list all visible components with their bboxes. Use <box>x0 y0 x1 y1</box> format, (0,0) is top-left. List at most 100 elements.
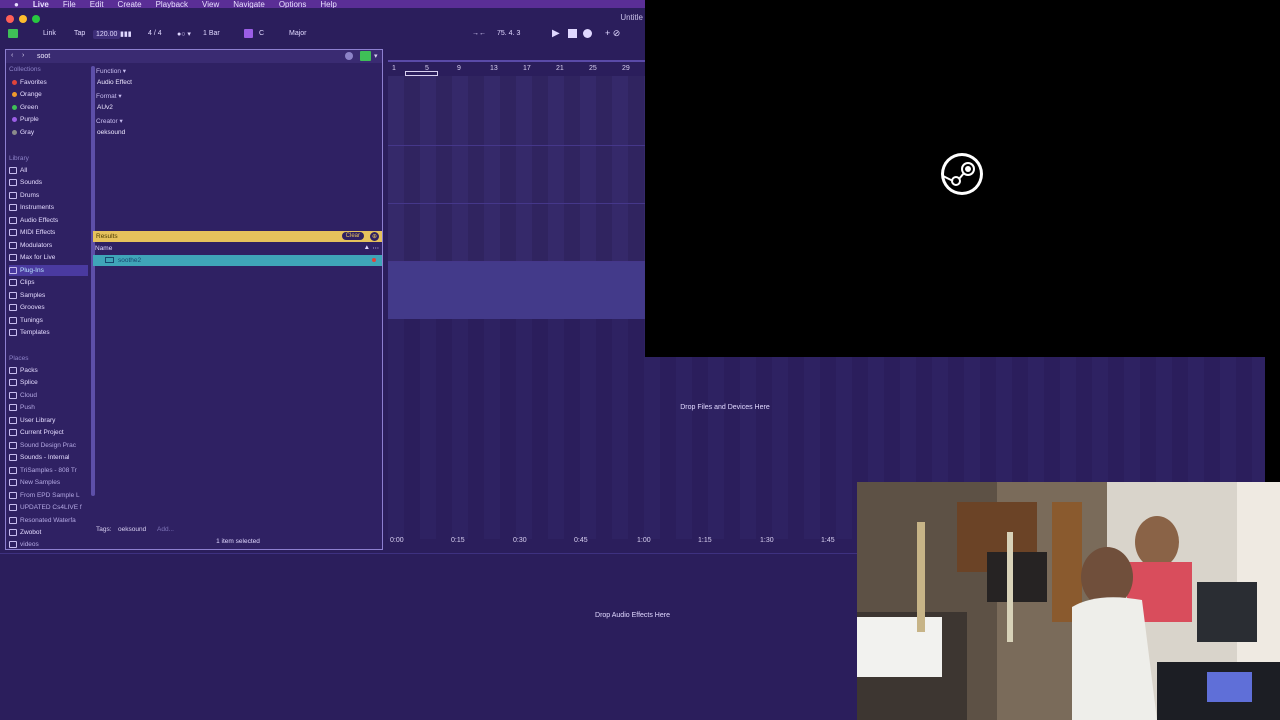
play-button[interactable]: ▶ <box>552 28 560 39</box>
sidebar-item-label: All <box>20 167 28 174</box>
sort-icon[interactable]: ▲ <box>364 244 370 251</box>
collection-purple[interactable]: Purple <box>9 114 88 125</box>
menu-view[interactable]: View <box>202 0 219 8</box>
creator-filter-label[interactable]: Creator ▾ <box>96 117 123 125</box>
sidebar-item-instruments[interactable]: Instruments <box>9 202 88 213</box>
scale-select[interactable]: Major <box>289 30 307 37</box>
folder-icon <box>9 417 17 424</box>
menu-navigate[interactable]: Navigate <box>233 0 265 8</box>
forward-icon[interactable]: › <box>22 52 24 59</box>
quantize-select[interactable]: 1 Bar <box>203 30 220 37</box>
time-tick: 0:00 <box>390 537 404 544</box>
sidebar-item-audio-effects[interactable]: Audio Effects <box>9 215 88 226</box>
record-button[interactable] <box>583 29 592 38</box>
bar-ruler[interactable]: 1 5 9 13 17 21 25 29 <box>388 60 645 76</box>
zoom-window-button[interactable] <box>32 15 40 23</box>
sidebar-item-max-for-live[interactable]: Max for Live <box>9 252 88 263</box>
function-filter-value[interactable]: Audio Effect <box>97 79 132 86</box>
sidebar-item-all[interactable]: All <box>9 165 88 176</box>
back-icon[interactable]: ‹ <box>11 52 13 59</box>
sidebar-item-templates[interactable]: Templates <box>9 327 88 338</box>
sidebar-item-plug-ins[interactable]: Plug-Ins <box>9 265 88 276</box>
place-sound-design[interactable]: Sound Design Prac <box>9 440 88 451</box>
format-filter-value[interactable]: AUv2 <box>97 104 113 111</box>
tap-button[interactable]: Tap <box>74 30 85 37</box>
place-packs[interactable]: Packs <box>9 365 88 376</box>
sidebar-item-tunings[interactable]: Tunings <box>9 315 88 326</box>
function-filter-label[interactable]: Function ▾ <box>96 67 126 75</box>
clear-search-icon[interactable] <box>345 52 353 60</box>
tags-bar: Tags: oeksound Add... <box>94 524 382 535</box>
collection-orange[interactable]: Orange <box>9 89 88 100</box>
sidebar-item-drums[interactable]: Drums <box>9 190 88 201</box>
stop-button[interactable] <box>568 29 577 38</box>
sidebar-item-samples[interactable]: Samples <box>9 290 88 301</box>
minimize-window-button[interactable] <box>19 15 27 23</box>
sidebar-item-clips[interactable]: Clips <box>9 277 88 288</box>
scale-mode-icon[interactable] <box>244 29 253 38</box>
sidebar-item-sounds[interactable]: Sounds <box>9 177 88 188</box>
menu-playback[interactable]: Playback <box>156 0 188 8</box>
sidebar-item-midi-effects[interactable]: MIDI Effects <box>9 227 88 238</box>
creator-filter-value[interactable]: oeksound <box>97 129 125 136</box>
place-zwobot[interactable]: Zwobot <box>9 527 88 538</box>
menu-create[interactable]: Create <box>118 0 142 8</box>
place-user-library[interactable]: User Library <box>9 415 88 426</box>
place-cloud[interactable]: Cloud <box>9 390 88 401</box>
name-column-label[interactable]: Name <box>95 245 112 252</box>
sidebar-item-modulators[interactable]: Modulators <box>9 240 88 251</box>
collection-gray[interactable]: Gray <box>9 127 88 138</box>
device-view[interactable] <box>0 553 857 720</box>
overdub-icon[interactable]: + ⊘ <box>605 28 620 39</box>
arrangement-position-icon[interactable]: →← <box>472 30 486 37</box>
key-select[interactable]: C <box>259 30 264 37</box>
place-splice[interactable]: Splice <box>9 377 88 388</box>
result-row[interactable]: soothe2 <box>93 255 382 266</box>
add-filter-icon[interactable]: ⊕ <box>369 232 379 241</box>
place-current-project[interactable]: Current Project <box>9 427 88 438</box>
collection-favorites[interactable]: Favorites <box>9 77 88 88</box>
search-input[interactable]: soot <box>37 53 50 60</box>
webcam-feed <box>857 482 1280 720</box>
link-button[interactable]: Link <box>43 30 56 37</box>
filter-view-icon[interactable] <box>360 51 371 61</box>
favorite-dot-icon[interactable] <box>372 258 376 262</box>
follow-icon[interactable]: ●○ ▾ <box>177 30 191 38</box>
format-filter-label[interactable]: Format ▾ <box>96 92 122 100</box>
menu-options[interactable]: Options <box>279 0 307 8</box>
note-icon <box>9 179 17 186</box>
place-new-samples[interactable]: New Samples <box>9 477 88 488</box>
close-window-button[interactable] <box>6 15 14 23</box>
place-label: Push <box>20 404 35 411</box>
place-sounds-internal[interactable]: Sounds - Internal <box>9 452 88 463</box>
place-updated[interactable]: UPDATED Cs4LIVE f <box>9 502 88 513</box>
place-push[interactable]: Push <box>9 402 88 413</box>
time-ruler[interactable]: 0:00 0:15 0:30 0:45 1:00 1:15 1:30 1:45 <box>388 535 858 547</box>
place-trisamples[interactable]: TriSamples - 808 Tr <box>9 465 88 476</box>
tag-chip[interactable]: oeksound <box>118 526 146 533</box>
collection-green[interactable]: Green <box>9 102 88 113</box>
metronome-icon[interactable]: ▮▮▮ <box>120 30 132 38</box>
place-videos[interactable]: videos <box>9 539 88 549</box>
add-tag-input[interactable]: Add... <box>157 526 174 533</box>
menu-help[interactable]: Help <box>320 0 336 8</box>
window-title: Untitle <box>620 13 643 22</box>
chevron-down-icon[interactable]: ▾ <box>374 52 378 60</box>
view-toggle-icon[interactable] <box>8 29 18 38</box>
sidebar-item-grooves[interactable]: Grooves <box>9 302 88 313</box>
place-resonated[interactable]: Resonated Waterfa <box>9 515 88 526</box>
bar-tick: 21 <box>556 65 564 72</box>
clear-button[interactable]: Clear <box>341 232 364 240</box>
color-dot-icon <box>12 117 17 122</box>
more-icon[interactable]: ⋯ <box>373 244 380 252</box>
menu-file[interactable]: File <box>63 0 76 8</box>
position-field[interactable]: 75. 4. 3 <box>497 30 520 37</box>
place-label: New Samples <box>20 479 61 486</box>
selected-track-lane[interactable] <box>388 262 645 319</box>
place-from-epd[interactable]: From EPD Sample L <box>9 490 88 501</box>
menu-edit[interactable]: Edit <box>90 0 104 8</box>
time-signature-field[interactable]: 4 / 4 <box>148 30 162 37</box>
menu-live[interactable]: Live <box>33 0 49 8</box>
tempo-field[interactable]: 120.00 <box>93 30 121 39</box>
apple-icon[interactable]: ● <box>14 0 19 8</box>
